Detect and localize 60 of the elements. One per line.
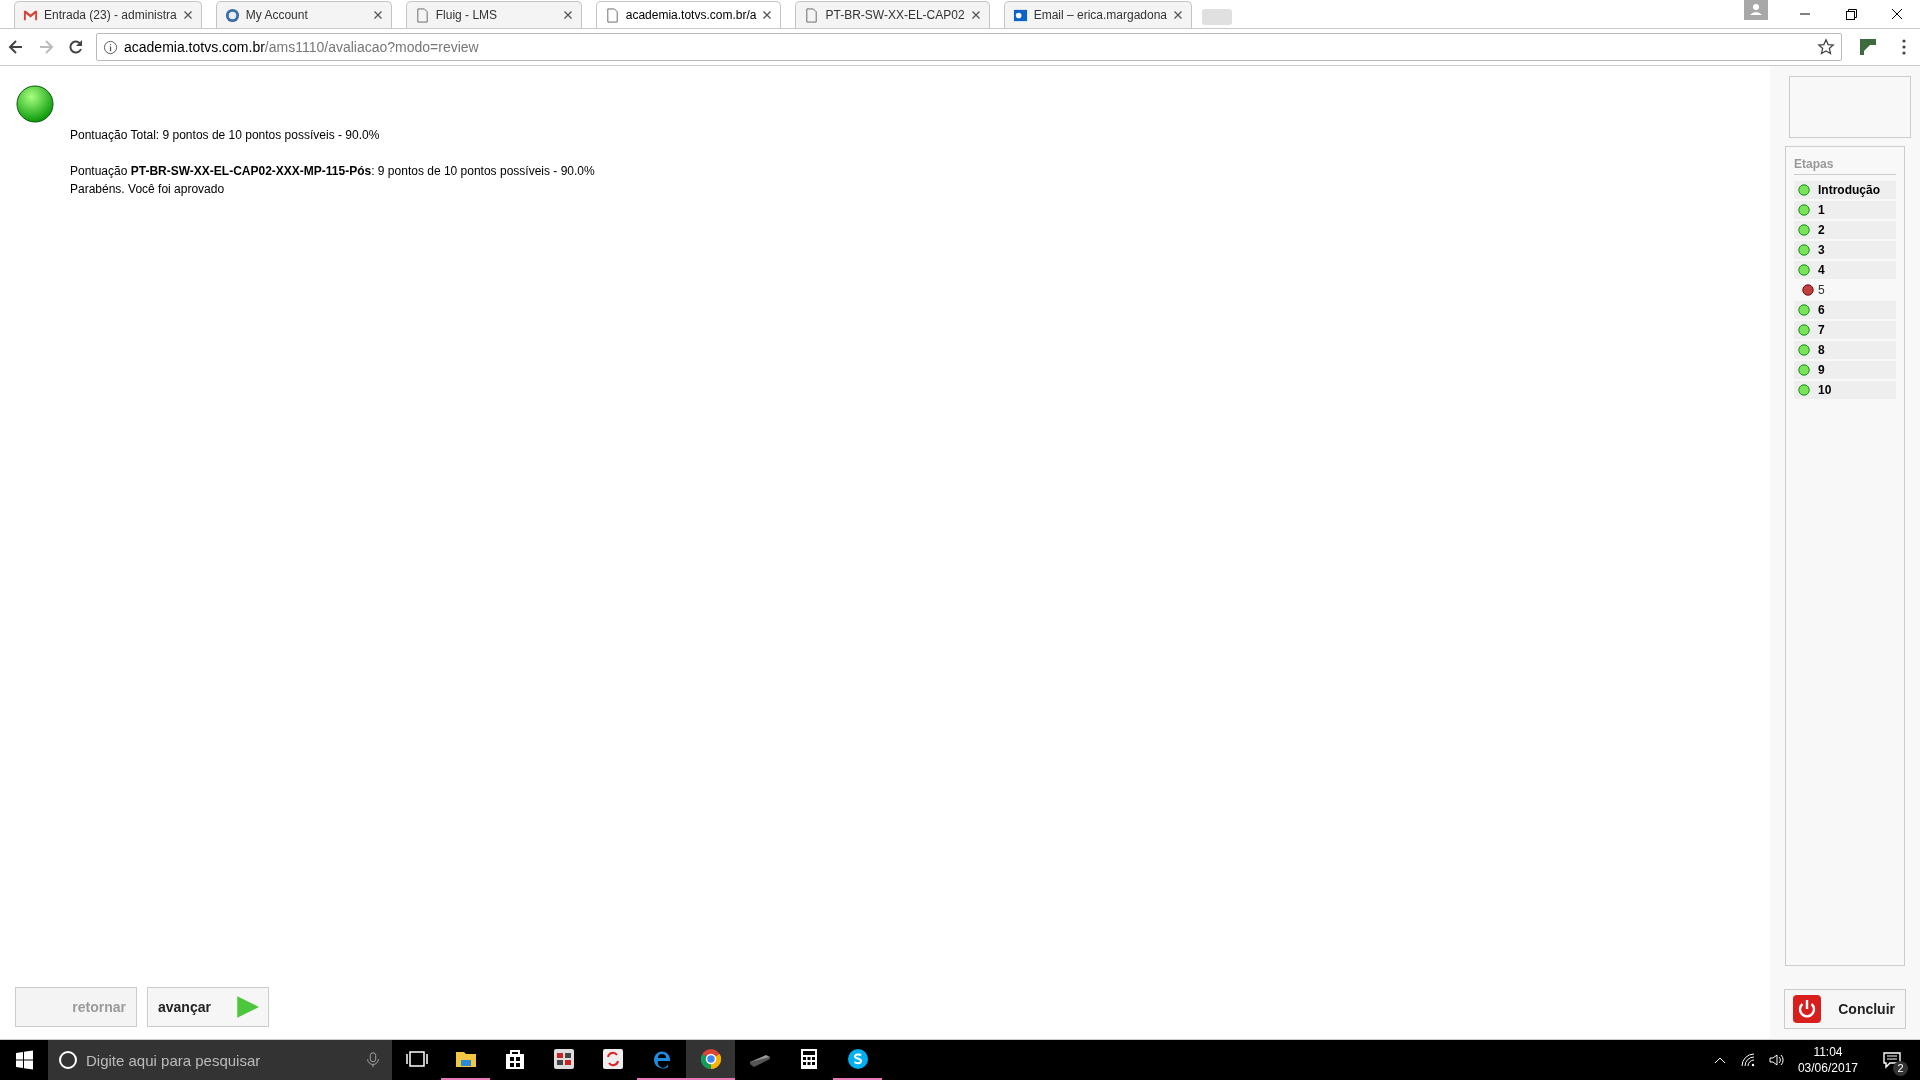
total-score-text: Pontuação Total: 9 pontos de 10 pontos possíveis - 90.0% (70, 127, 381, 144)
notification-count: 2 (1893, 1061, 1908, 1076)
browser-tab[interactable]: Fluig - LMS (405, 1, 582, 28)
app-icon (551, 1047, 576, 1071)
volume-icon[interactable] (1767, 1052, 1784, 1068)
step-item[interactable]: 3 (1794, 241, 1896, 259)
wifi-icon[interactable] (1739, 1052, 1756, 1068)
browser-tab[interactable]: academia.totvs.com.br/a (595, 1, 782, 28)
tab-title: My Account (245, 8, 309, 22)
chrome-icon (698, 1047, 723, 1071)
url-text: academia.totvs.com.br/ams1110/avaliacao?modo=review (124, 39, 480, 55)
page-icon (414, 7, 430, 23)
page-icon (604, 7, 620, 23)
close-icon[interactable] (1173, 10, 1184, 20)
address-bar[interactable]: academia.totvs.com.br/ams1110/avaliacao?modo=review (96, 33, 1842, 61)
next-button[interactable]: avançar (147, 987, 269, 1027)
step-item[interactable]: 2 (1794, 221, 1896, 239)
skype-icon (845, 1047, 870, 1071)
step-item[interactable]: 5 (1794, 281, 1896, 299)
circle-icon (58, 1050, 78, 1070)
tab-title: Email – erica.margadona (1033, 8, 1168, 22)
close-icon[interactable] (762, 10, 773, 20)
step-item[interactable]: 4 (1794, 261, 1896, 279)
step-item[interactable]: 9 (1794, 361, 1896, 379)
steps-title: Etapas (1794, 157, 1896, 175)
step-item[interactable]: Introdução (1794, 181, 1896, 199)
step-item[interactable]: 1 (1794, 201, 1896, 219)
score-detail-text: Pontuação PT-BR-SW-XX-EL-CAP02-XXX-MP-115-Pós: 9 pontos de 10 pontos possíveis - 90.0% (70, 163, 596, 180)
step-item[interactable]: 10 (1794, 381, 1896, 399)
power-icon (1793, 995, 1821, 1023)
clock-time[interactable]: 11:04 (1813, 1044, 1843, 1060)
close-icon[interactable] (372, 10, 383, 20)
star-icon[interactable] (1817, 38, 1835, 56)
close-icon[interactable] (562, 10, 573, 20)
browser-tab[interactable]: PT-BR-SW-XX-EL-CAP02 (795, 1, 990, 28)
tab-title: Entrada (23) - administra (44, 8, 177, 22)
browser-tab[interactable]: Entrada (23) - administra (14, 1, 202, 28)
search-field[interactable]: Digite aqui para pesquisar (48, 1040, 392, 1080)
mail-icon (1012, 7, 1028, 23)
tab-title: academia.totvs.com.br/a (625, 8, 757, 22)
browser-tab[interactable]: Email – erica.margadona (1003, 1, 1193, 28)
circle-icon (224, 7, 240, 23)
result-message: Parabéns. Você foi aprovado (70, 181, 226, 198)
step-item[interactable]: 6 (1794, 301, 1896, 319)
browser-tab[interactable]: My Account (215, 1, 392, 28)
info-icon (103, 39, 118, 55)
tab-title: PT-BR-SW-XX-EL-CAP02 (825, 8, 965, 22)
page-icon (804, 7, 820, 23)
tab-title: Fluig - LMS (435, 8, 499, 22)
clock-date[interactable]: 03/06/2017 (1797, 1060, 1858, 1076)
sync-icon (600, 1047, 625, 1071)
close-icon[interactable] (182, 10, 193, 20)
microphone-icon[interactable] (364, 1051, 382, 1069)
step-item[interactable]: 8 (1794, 341, 1896, 359)
notification-icon[interactable] (1882, 1050, 1902, 1070)
play-icon (234, 994, 260, 1020)
finish-button[interactable]: Concluir (1784, 989, 1906, 1029)
taskbar-app[interactable] (686, 1040, 735, 1080)
step-item[interactable]: 7 (1794, 321, 1896, 339)
close-icon[interactable] (970, 10, 981, 20)
